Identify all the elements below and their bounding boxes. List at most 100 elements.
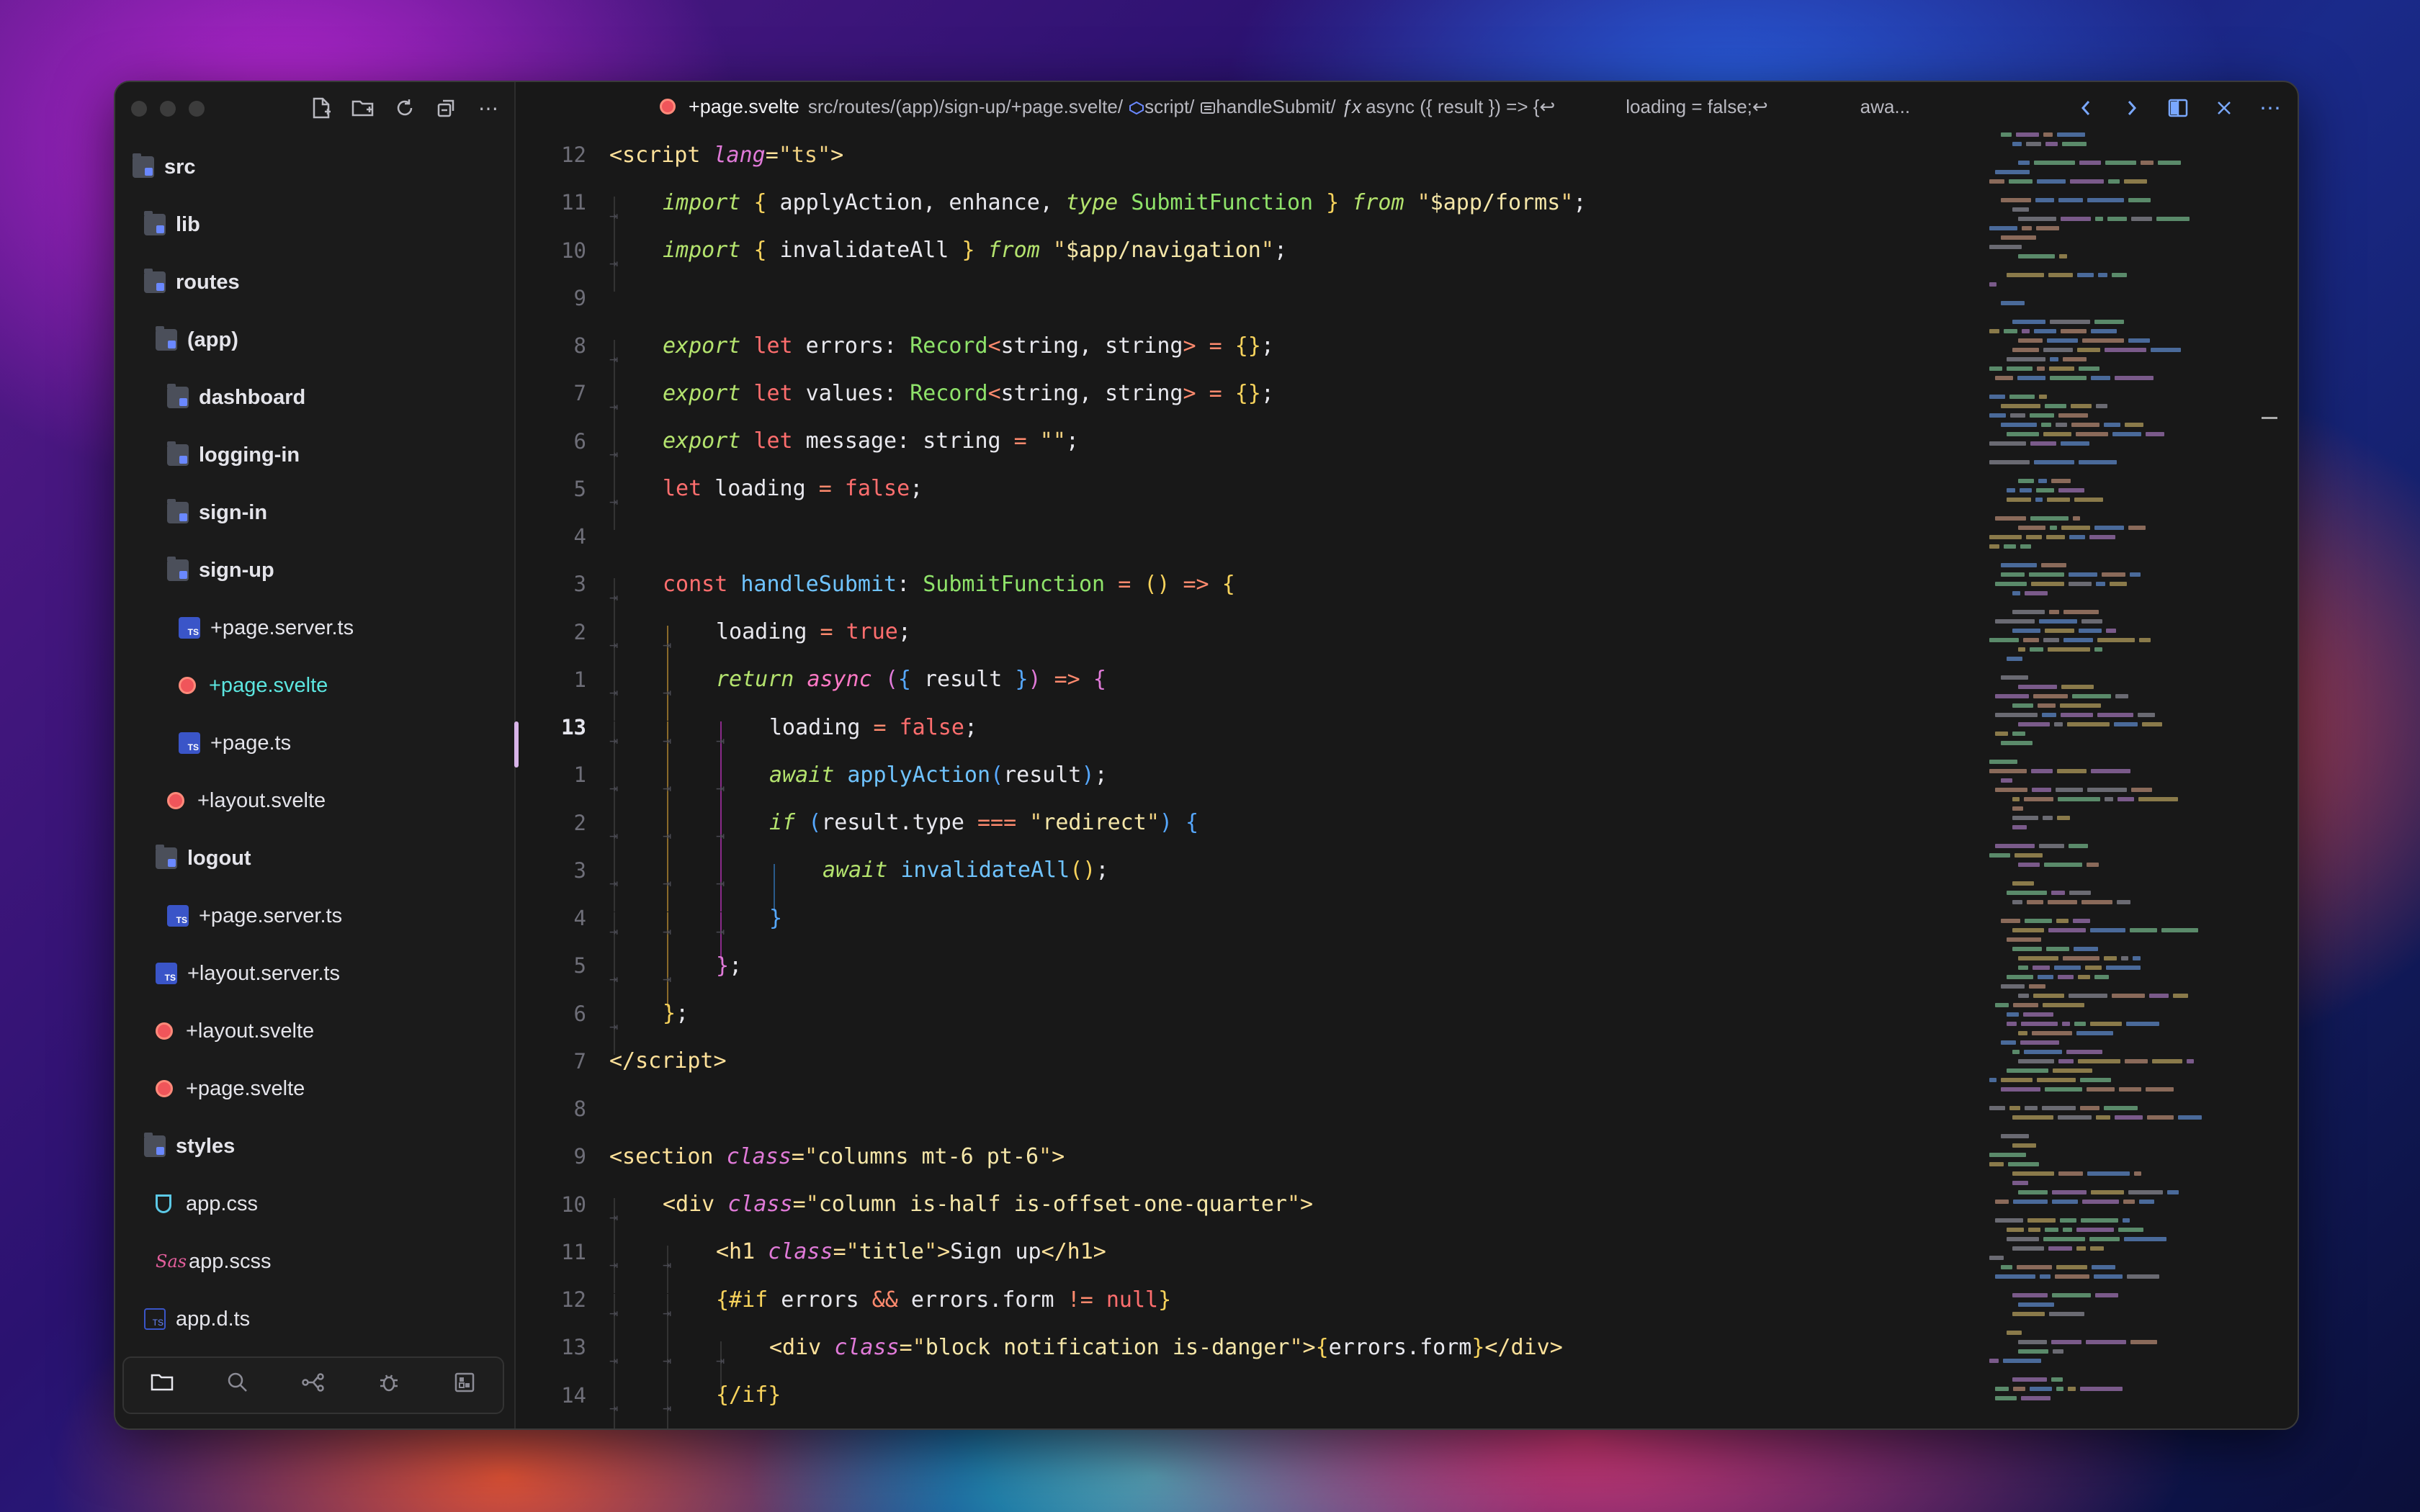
line-number: 4 [573,906,586,931]
typescript-file-icon: TS [156,963,177,984]
minimap-token [2130,1340,2157,1344]
tree-file[interactable]: +layout.svelte [115,1002,514,1060]
minimap-token [2012,1181,2028,1185]
minimap-token [2020,488,2032,492]
code-line[interactable]: 9 <section class="columns mt-6 pt-6"> [516,1133,2050,1180]
minimap-token [2139,638,2151,642]
tree-file[interactable]: +layout.svelte [115,772,514,829]
code-line[interactable]: 7 ⇥ export let values: Record<string, stri… [516,369,2050,435]
minimap-token [2012,1143,2036,1148]
minimap[interactable] [1989,132,2277,1400]
minimap-token [2018,966,2028,970]
breadcrumb-await[interactable]: awa... [1860,96,1910,118]
breadcrumb-path[interactable]: src/routes/(app)/sign-up/+page.svelte/ [808,96,1123,118]
extensions-icon[interactable] [450,1372,479,1399]
folder-icon[interactable] [148,1373,176,1398]
tree-file[interactable]: TS +page.server.ts [115,887,514,945]
new-file-icon[interactable] [308,95,334,121]
code-line[interactable]: 10 ⇥ import { invalidateAll } from "$app/n… [516,227,2050,292]
source-control-icon[interactable] [299,1372,328,1398]
tab-filename[interactable]: +page.svelte [689,96,799,118]
code-line[interactable]: 10 ⇥ <div class="column is-half is-offset-… [516,1181,2050,1246]
collapse-all-icon[interactable] [434,95,460,121]
code-line[interactable]: 12 ⇥ ⇥ {#if errors && errors.form != null} [516,1276,2050,1341]
code-line[interactable]: 6 ⇥}; [516,990,2050,1056]
tree-file[interactable]: TS +page.ts [115,714,514,772]
new-folder-icon[interactable] [350,95,376,121]
code-line[interactable]: 11 ⇥ ⇥ <h1 class="title">Sign up</h1> [516,1228,2050,1294]
minimap-token [2091,376,2110,380]
code-line[interactable]: 4 [516,513,2050,560]
code-line[interactable]: 3 ⇥ ⇥ ⇥ await invalidateAll(); [516,847,2050,912]
code-line[interactable]: 3 ⇥ const handleSubmit: SubmitFunction = (… [516,560,2050,626]
minimap-token [1995,713,2038,717]
tree-file[interactable]: TS app.d.ts [115,1290,514,1348]
line-number: 12 [561,143,586,168]
code-line[interactable]: 1 ⇥ ⇥ return async ({ result }) => { [516,656,2050,721]
more-actions-icon[interactable]: ⋯ [2257,95,2283,121]
minimap-token [1989,1359,1999,1363]
minimap-token [2087,863,2099,867]
tree-folder[interactable]: (app) [115,311,514,369]
code-line[interactable]: 2 ⇥ ⇥ loading = true; [516,608,2050,674]
code-line[interactable]: 5 ⇥ ⇥}; [516,942,2050,1007]
code-line[interactable]: 13 ⇥ ⇥ ⇥ <div class="block notification is-d… [516,1323,2050,1389]
debug-icon[interactable] [375,1372,403,1399]
tree-file[interactable]: TS +layout.server.ts [115,945,514,1002]
tree-folder[interactable]: logout [115,829,514,887]
tree-folder[interactable]: dashboard [115,369,514,426]
code-line[interactable]: 8 ⇥ export let errors: Record<string, stri… [516,322,2050,387]
minimap-token [2123,1200,2135,1204]
maximize-window-button[interactable] [189,101,205,117]
minimap-token [2001,301,2025,305]
code-line[interactable]: 1 ⇥ ⇥ ⇥ await applyAction(result); [516,751,2050,816]
line-number: 5 [573,476,586,501]
tree-folder[interactable]: lib [115,196,514,253]
close-window-button[interactable] [131,101,147,117]
code-line-current[interactable]: 13 ⇥ ⇥ ⇥ loading = false; [516,703,2050,769]
code-editor[interactable]: 12 <script lang="ts"> 11 ⇥ import { applyAc… [516,131,2050,1428]
minimap-token [2001,563,2037,567]
code-line[interactable]: 6 ⇥ export let message: string = ""; [516,418,2050,483]
code-line[interactable]: 2 ⇥ ⇥ ⇥ if (result.type === "redirect") { [516,799,2050,865]
minimap-token [2078,975,2090,979]
code-line[interactable]: 14 ⇥ ⇥ {/if} [516,1372,2050,1428]
code-line[interactable]: 11 ⇥ import { applyAction, enhance, type S… [516,179,2050,244]
minimap-slider[interactable] [2262,417,2277,419]
breadcrumb-async[interactable]: async ({ result }) => {↩ [1366,96,1555,118]
chevron-right-icon[interactable] [2119,95,2145,121]
tree-folder[interactable]: styles [115,1117,514,1175]
code-line[interactable]: 5 ⇥ let loading = false; [516,465,2050,531]
code-line[interactable]: 8 [516,1085,2050,1133]
tree-folder[interactable]: logging-in [115,426,514,484]
tree-file[interactable]: app.css [115,1175,514,1233]
code-line[interactable]: 9 [516,274,2050,322]
close-icon[interactable] [2211,95,2237,121]
minimap-token [2149,994,2169,998]
tree-file[interactable]: +page.svelte [115,1060,514,1117]
minimap-token [2061,685,2094,689]
minimize-window-button[interactable] [160,101,176,117]
minimap-token [2036,488,2054,492]
tree-folder[interactable]: sign-up [115,541,514,599]
split-editor-icon[interactable] [2165,95,2191,121]
code-line[interactable]: 4 ⇥ ⇥ ⇥} [516,894,2050,960]
minimap-token [2128,1190,2163,1194]
chevron-left-icon[interactable] [2073,95,2099,121]
breadcrumb-loading[interactable]: loading = false;↩ [1626,96,1767,118]
more-icon[interactable]: ⋯ [475,95,501,121]
code-line[interactable]: 7 </script> [516,1038,2050,1085]
tree-file[interactable]: TS +page.server.ts [115,599,514,657]
minimap-token [2072,694,2111,698]
tree-folder[interactable]: routes [115,253,514,311]
minimap-token [2040,1274,2051,1279]
tree-file[interactable]: Sas app.scss [115,1233,514,1290]
code-line[interactable]: 12 <script lang="ts"> [516,131,2050,179]
tree-folder[interactable]: src [115,138,514,196]
refresh-icon[interactable] [392,95,418,121]
breadcrumb-script[interactable]: script/ [1129,96,1194,118]
tree-folder[interactable]: sign-in [115,484,514,541]
breadcrumb-handler[interactable]: handleSubmit/ [1200,96,1336,118]
tree-file[interactable]: +page.svelte [115,657,514,714]
search-icon[interactable] [223,1372,252,1399]
